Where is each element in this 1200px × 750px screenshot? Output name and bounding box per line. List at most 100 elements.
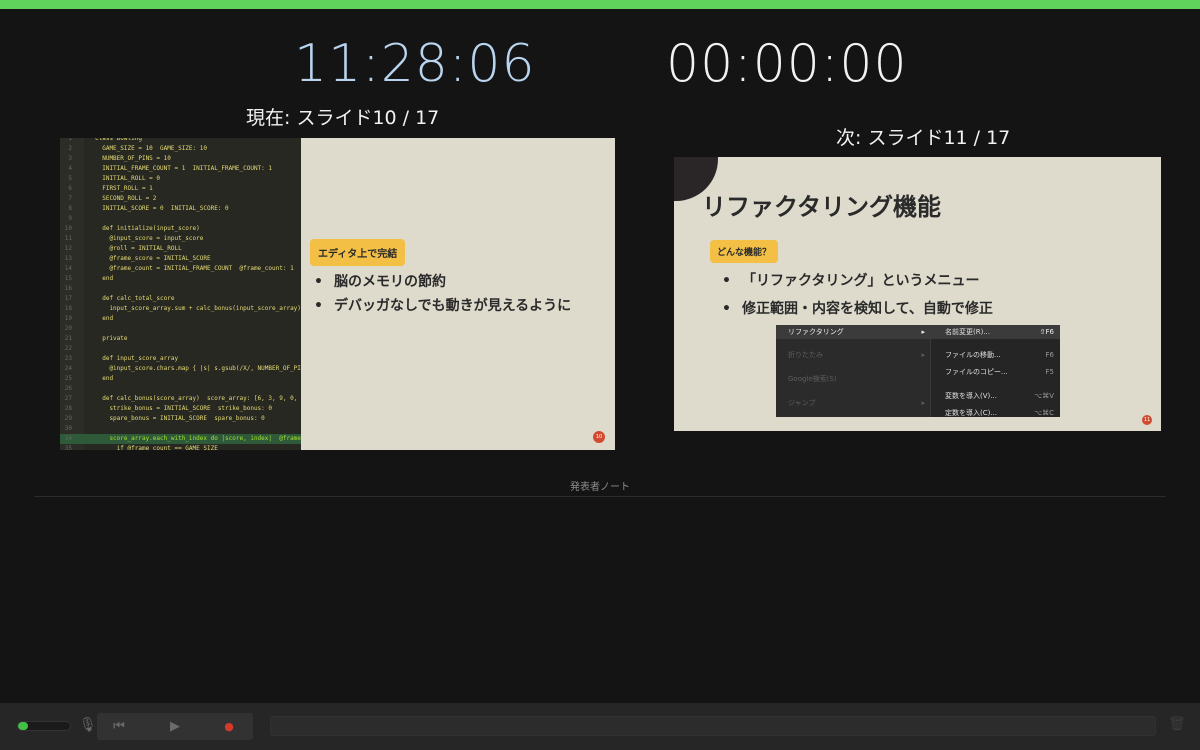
context-menu-screenshot: リファクタリング ▸ 折りたたみ ▸ Google検索(S) ジャンプ ▸ 名前… [776,325,1060,417]
code-line: 9 [60,214,301,224]
line-number: 23 [64,355,72,362]
slide-bullet-list: 脳のメモリの節約 デバッガなしでも動きが見えるように [310,270,571,318]
code-line: 6 FIRST_ROLL = 1 [60,184,301,194]
trash-icon[interactable]: 🗑 [1168,716,1186,732]
slide-page-number: 10 [593,431,605,443]
menu-item-label: 折りたたみ [788,351,823,359]
menu-item-shortcut: ⌥⌘V [1034,392,1054,400]
mic-level-meter [17,721,71,731]
line-number: 28 [64,405,72,412]
current-slide-preview[interactable]: 1 class Bowling 2 GAME_SIZE = 10 GAME_SIZE… [60,138,615,450]
code-line: 16 [60,284,301,294]
line-number: 18 [64,305,72,312]
menu-item-shortcut: ⌥⌘C [1034,409,1054,417]
slide-bullet: 「リファクタリング」というメニュー [718,267,993,295]
code-text: strike_bonus = INITIAL_SCORE strike_bonu… [95,405,273,412]
line-number: 17 [64,295,72,302]
code-line: 30 [60,424,301,434]
code-text: input_score_array.sum + calc_bonus(input… [95,305,301,312]
code-screenshot: 1 class Bowling 2 GAME_SIZE = 10 GAME_SIZE… [60,138,301,450]
menu-item-label: Google検索(S) [788,375,837,383]
slide-bullet: デバッガなしでも動きが見えるように [310,294,571,318]
presenter-notes-label: 発表者ノート [570,482,630,493]
line-number: 14 [64,265,72,272]
line-number: 12 [64,245,72,252]
slide-title: リファクタリング機能 [702,193,942,221]
line-number: 19 [64,315,72,322]
line-number: 3 [68,155,72,162]
previous-icon[interactable]: ⏮ [107,713,131,740]
mic-level-fill [18,722,29,730]
menu-item-label: ファイルの移動... [945,351,1001,359]
line-number: 35 [64,445,72,450]
code-text: INITIAL_SCORE = 0 INITIAL_SCORE: 0 [95,205,229,212]
code-text: SECOND_ROLL = 2 [95,195,157,202]
code-text: def calc_total_score [95,295,175,302]
status-bar [0,0,1200,9]
line-number: 2 [68,145,72,152]
code-line: 17 def calc_total_score [60,294,301,304]
code-text: spare_bonus = INITIAL_SCORE spare_bonus:… [95,415,265,422]
line-number: 11 [64,235,72,242]
code-line: 23 def input_score_array [60,354,301,364]
code-line: 27 def calc_bonus(score_array) score_arr… [60,394,301,404]
slide-badge: どんな機能？ [710,240,779,263]
code-line: 2 GAME_SIZE = 10 GAME_SIZE: 10 [60,144,301,154]
code-line: 4 INITIAL_FRAME_COUNT = 1 INITIAL_FRAME_… [60,164,301,174]
line-number: 27 [64,395,72,402]
line-number: 21 [64,335,72,342]
line-number: 16 [64,285,72,292]
code-line: 25 end [60,374,301,384]
code-line: 28 strike_bonus = INITIAL_SCORE strike_b… [60,404,301,414]
code-line: 14 @frame_count = INITIAL_FRAME_COUNT @f… [60,264,301,274]
line-number: 26 [64,385,72,392]
menu-item-shortcut: ⇧F6 [1039,328,1054,336]
line-number: 4 [68,165,72,172]
current-slide-label: 現在: スライド10 / 17 [246,107,440,129]
elapsed-timer[interactable]: 00:00:00 [666,34,908,94]
menu-item-folding: 折りたたみ ▸ [776,348,930,362]
menu-item-label: リファクタリング [788,328,844,336]
submenu-item-rename: 名前変更(R)... ⇧F6 [931,325,1060,339]
code-line: 34 score_array.each_with_index do |score… [60,434,301,444]
code-text: end [95,315,114,322]
line-number: 20 [64,325,72,332]
code-text: @input_score = input_score [95,235,204,242]
code-text: def calc_bonus(score_array) score_array:… [102,395,301,402]
menu-item-refactoring: リファクタリング ▸ [776,325,930,339]
chevron-right-icon: ▸ [921,399,925,407]
menu-item-label: 変数を導入(V)... [945,392,997,400]
line-number: 7 [68,195,72,202]
code-line: 21 private [60,334,301,344]
code-text: @frame_score = INITIAL_SCORE [95,255,211,262]
menu-item-label: ファイルのコピー... [945,368,1008,376]
recording-timeline[interactable] [270,716,1156,736]
code-line: 22 [60,344,301,354]
current-time-clock: 11:28:06 [294,34,536,94]
context-menu-main: リファクタリング ▸ 折りたたみ ▸ Google検索(S) ジャンプ ▸ [776,325,930,417]
play-icon[interactable]: ▶ [163,713,187,740]
chevron-right-icon: ▸ [921,351,925,359]
code-line: 11 @input_score = input_score [60,234,301,244]
microphone-muted-icon[interactable]: 🎙︎ [79,717,97,733]
code-line: 29 spare_bonus = INITIAL_SCORE spare_bon… [60,414,301,424]
code-text: end [95,375,114,382]
menu-item-shortcut: F5 [1045,368,1054,376]
line-number: 25 [64,375,72,382]
code-line: 3 NUMBER_OF_PINS = 10 [60,154,301,164]
code-line: 12 @roll = INITIAL_ROLL [60,244,301,254]
notes-divider [34,496,1166,497]
slide-bullet: 修正範囲・内容を検知して、自動で修正 [718,295,993,323]
chevron-right-icon: ▸ [921,328,925,336]
code-text: INITIAL_ROLL = 0 [95,175,161,182]
code-line: 15 end [60,274,301,284]
line-number: 13 [64,255,72,262]
record-icon[interactable]: ● [217,713,241,740]
menu-item-jump: ジャンプ ▸ [776,396,930,410]
code-text: @roll = INITIAL_ROLL [95,245,182,252]
code-text: GAME_SIZE = 10 GAME_SIZE: 10 [95,145,207,152]
code-text: def input_score_array [95,355,179,362]
code-text: @frame_count = INITIAL_FRAME_COUNT @fram… [95,265,294,272]
next-slide-preview[interactable]: リファクタリング機能 どんな機能？ 「リファクタリング」というメニュー 修正範囲… [674,157,1161,431]
context-submenu: 名前変更(R)... ⇧F6 ファイルの移動... F6 ファイルのコピー...… [930,325,1060,417]
